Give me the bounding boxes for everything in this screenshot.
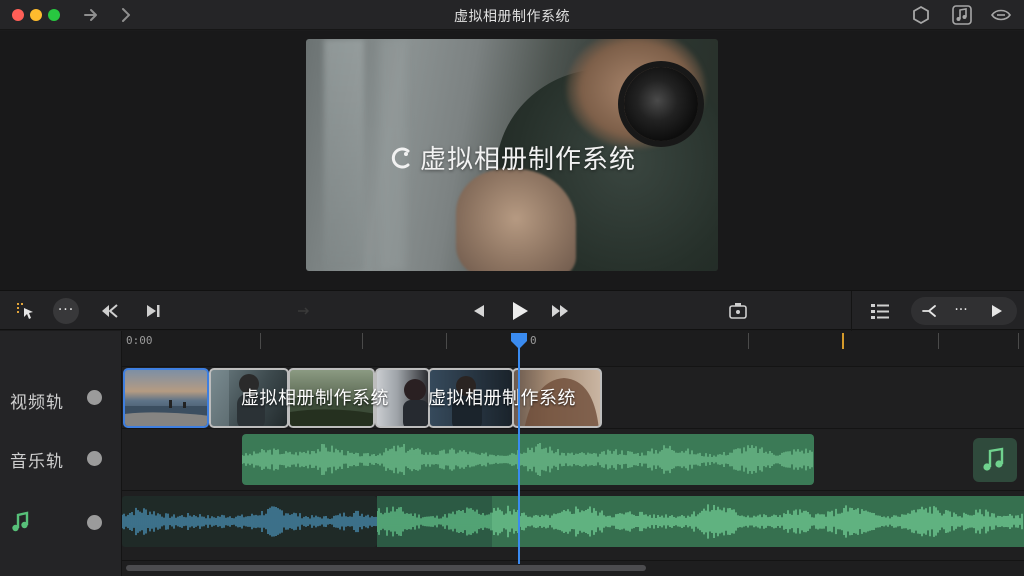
view-toggle-icon[interactable] (989, 4, 1013, 26)
ruler-tick (446, 333, 447, 349)
time-ruler[interactable]: 0:00 0 (122, 331, 1024, 367)
video-track-label: 视频轨 (10, 393, 64, 413)
music-note-icon (983, 447, 1004, 471)
audio-track-music-icon (8, 509, 34, 535)
timeline-scrollbar[interactable] (126, 565, 646, 571)
beach-thumbnail (125, 400, 207, 426)
preview-title-overlay: 虚拟相册制作系统 (306, 139, 718, 176)
more-options-button[interactable]: ··· (53, 298, 79, 324)
clip-title-text-1: 虚拟相册制作系统 (241, 388, 389, 409)
audio-clip-1[interactable] (122, 496, 377, 547)
audio-clip-2[interactable] (377, 496, 492, 547)
preview-area: 虚拟相册制作系统 (0, 31, 1024, 290)
audio-clip-3[interactable] (492, 496, 1024, 547)
preview-headphone (624, 67, 698, 141)
waveform-path (242, 443, 813, 476)
ruler-tick (938, 333, 939, 349)
ruler-tick (748, 333, 749, 349)
preview-hand (456, 169, 576, 271)
playback-controls-pill: ··· (911, 297, 1017, 325)
playhead-handle-icon[interactable] (510, 332, 528, 350)
music-library-icon[interactable] (950, 4, 974, 26)
audio-track-toggle[interactable] (87, 515, 102, 530)
video-track: 视频轨 虚拟相册制作系统 虚拟相册制作系统 (0, 367, 1024, 429)
ruler-start-label: 0:00 (126, 334, 153, 347)
music-clip[interactable] (242, 434, 814, 485)
audio-track (0, 491, 1024, 561)
pill-play-icon[interactable] (985, 301, 1007, 321)
magic-select-icon[interactable] (12, 299, 38, 323)
list-view-icon[interactable] (867, 299, 893, 323)
ruler-tick (362, 333, 363, 349)
title-bar: 虚拟相册制作系统 (0, 0, 1024, 30)
waveform-path (122, 506, 377, 537)
waveform-path (377, 506, 492, 537)
music-track-toggle[interactable] (87, 451, 102, 466)
video-track-toggle[interactable] (87, 390, 102, 405)
jump-to-start-icon[interactable] (97, 299, 123, 323)
ruler-tick (1018, 333, 1019, 349)
playhead-line[interactable] (518, 343, 520, 564)
previous-frame-icon[interactable] (466, 299, 492, 323)
step-forward-icon[interactable] (140, 299, 166, 323)
video-preview[interactable]: 虚拟相册制作系统 (306, 39, 718, 271)
fast-forward-icon[interactable] (548, 299, 574, 323)
ruler-tick (260, 333, 261, 349)
play-icon[interactable] (506, 299, 532, 323)
preview-title-text: 虚拟相册制作系统 (419, 145, 636, 175)
faint-arrow-icon (290, 299, 316, 323)
audio-waveform-3 (492, 504, 1023, 539)
pill-more-button[interactable]: ··· (950, 301, 972, 321)
snapshot-camera-icon[interactable] (725, 299, 751, 323)
music-track-label: 音乐轨 (10, 452, 64, 472)
audio-waveform-1 (122, 506, 377, 537)
window-title: 虚拟相册制作系统 (454, 9, 570, 25)
toolbar-divider (851, 291, 852, 331)
video-clip-beach[interactable] (123, 368, 209, 428)
app-logo-icon (391, 147, 410, 169)
ruler-mid-label: 0 (530, 334, 537, 347)
ruler-marker[interactable] (842, 333, 844, 349)
music-waveform (242, 443, 813, 476)
music-track: 音乐轨 (0, 429, 1024, 491)
split-tool-icon[interactable] (919, 301, 941, 321)
editor-toolbar: ··· ··· (0, 290, 1024, 331)
clip-title-text-2: 虚拟相册制作系统 (428, 388, 576, 409)
timeline: 0:00 0 视频轨 虚拟相册制作系统 虚拟相册制作系统 音乐轨 (0, 331, 1024, 576)
hexagon-settings-icon[interactable] (909, 4, 933, 26)
audio-waveform-2 (377, 506, 492, 537)
add-music-button[interactable] (973, 438, 1017, 482)
waveform-path (492, 504, 1023, 539)
